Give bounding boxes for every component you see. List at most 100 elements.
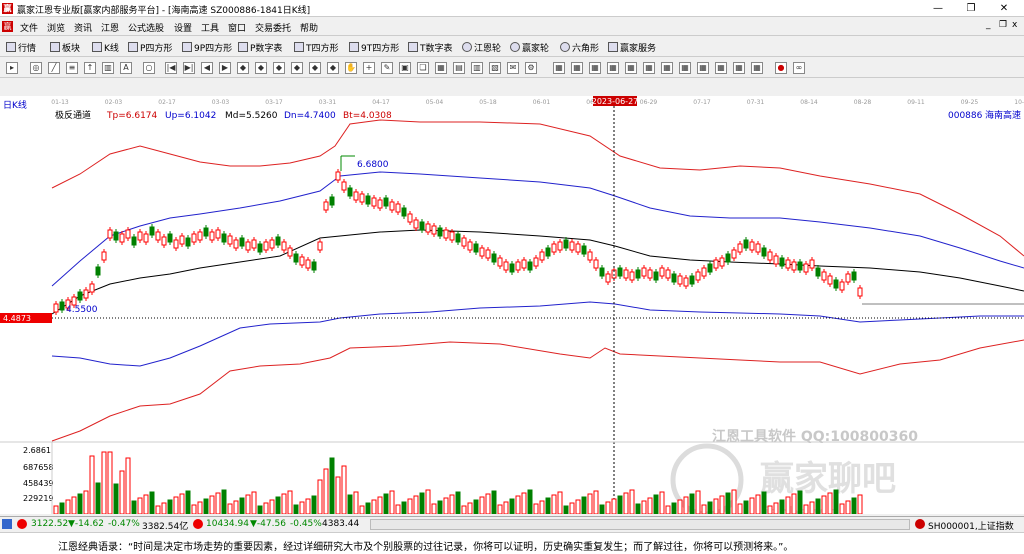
candle-body: [323, 201, 329, 211]
tb-t-square-button[interactable]: T四方形: [294, 40, 339, 54]
chart-tool-5-icon[interactable]: ▦: [625, 62, 637, 74]
tb-t-table-button[interactable]: T数字表: [408, 40, 453, 54]
chart-tool-8-icon[interactable]: ▦: [679, 62, 691, 74]
tb-quotes-button[interactable]: 行情: [6, 40, 36, 54]
candle-body: [689, 275, 695, 285]
next-icon[interactable]: ▶: [219, 62, 231, 74]
restore-button[interactable]: ❐: [955, 0, 987, 17]
chart-tool-11-icon[interactable]: ▦: [733, 62, 745, 74]
menu-settings[interactable]: 设置: [174, 21, 192, 34]
diamond-6-icon[interactable]: ◆: [327, 62, 339, 74]
tb-winner-wheel-button[interactable]: 赢家轮: [510, 40, 549, 54]
kline-chart-svg[interactable]: 01-13 02-03 02-17 03-03 03-17 03-31 04-17 05-04…: [0, 96, 1024, 522]
prev-icon[interactable]: ◀: [201, 62, 213, 74]
chart-tool-4-icon[interactable]: ▦: [607, 62, 619, 74]
tb-kline-button[interactable]: K线: [92, 40, 119, 54]
volume-bar: [371, 499, 377, 515]
calendar-icon[interactable]: ▦: [435, 62, 447, 74]
settings-icon[interactable]: ⚙: [525, 62, 537, 74]
candle-body: [521, 259, 527, 269]
menu-info[interactable]: 资讯: [74, 21, 92, 34]
volume-bar: [773, 502, 779, 515]
print-icon[interactable]: ▥: [471, 62, 483, 74]
menu-window[interactable]: 窗口: [228, 21, 246, 34]
volume-bar: [167, 499, 173, 515]
volume-bar: [287, 490, 293, 515]
last-bar-icon[interactable]: ▶|: [183, 62, 195, 74]
text-tool-icon[interactable]: A: [120, 62, 132, 74]
index-selector[interactable]: SH000001,上证指数: [928, 519, 1014, 532]
tb-gann-wheel-button[interactable]: 江恩轮: [462, 40, 501, 54]
tb-hexagon-button[interactable]: 六角形: [560, 40, 599, 54]
diamond-1-icon[interactable]: ◆: [237, 62, 249, 74]
volume-bar: [779, 499, 785, 515]
volume-bar: [323, 468, 329, 515]
mdi-restore-button[interactable]: ❐: [999, 20, 1007, 30]
ruler-tool-icon[interactable]: ≡: [66, 62, 78, 74]
menu-formula[interactable]: 公式选股: [128, 21, 164, 34]
save-icon[interactable]: ▤: [453, 62, 465, 74]
candle-body: [215, 229, 221, 239]
chart-tool-12-icon[interactable]: ▦: [751, 62, 763, 74]
menu-app-icon[interactable]: 赢: [2, 21, 13, 32]
pen-tool-icon[interactable]: ✎: [381, 62, 393, 74]
tb-p-table-button[interactable]: P数字表: [238, 40, 282, 54]
gift-icon[interactable]: ▣: [399, 62, 411, 74]
menu-trade[interactable]: 交易委托: [255, 21, 291, 34]
zoom-tool-icon[interactable]: ◎: [30, 62, 42, 74]
chart-tool-2-icon[interactable]: ▦: [571, 62, 583, 74]
volume-bar: [761, 491, 767, 515]
cursor-tool-icon[interactable]: ▸: [6, 62, 18, 74]
candle-body: [425, 223, 431, 233]
diamond-5-icon[interactable]: ◆: [309, 62, 321, 74]
date-tick-11: 06-29: [640, 99, 658, 106]
chart-tool-6-icon[interactable]: ▦: [643, 62, 655, 74]
crosshair-icon[interactable]: +: [363, 62, 375, 74]
volume-bar: [737, 503, 743, 515]
menu-browse[interactable]: 浏览: [47, 21, 65, 34]
tb-9t-square-button[interactable]: 9T四方形: [349, 40, 399, 54]
menu-file[interactable]: 文件: [20, 21, 38, 34]
diamond-3-icon[interactable]: ◆: [273, 62, 285, 74]
sz-change: ▼-47.56: [250, 519, 286, 529]
status-grid-icon[interactable]: [2, 519, 12, 529]
index-selector-icon[interactable]: [915, 519, 925, 529]
hand-tool-icon[interactable]: ✋: [345, 62, 357, 74]
menu-tools[interactable]: 工具: [201, 21, 219, 34]
volume-bar: [281, 493, 287, 515]
diamond-4-icon[interactable]: ◆: [291, 62, 303, 74]
tb-p-square-button[interactable]: P四方形: [128, 40, 172, 54]
chart-tool-1-icon[interactable]: ▦: [553, 62, 565, 74]
circle-tool-icon[interactable]: ○: [143, 62, 155, 74]
menu-gann[interactable]: 江恩: [101, 21, 119, 34]
mdi-close-button[interactable]: x: [1012, 20, 1017, 30]
candle-body: [719, 257, 725, 267]
chart-tool-7-icon[interactable]: ▦: [661, 62, 673, 74]
status-scrollbar[interactable]: [370, 519, 910, 530]
tb-9p-square-button[interactable]: 9P四方形: [182, 40, 232, 54]
tb-sector-button[interactable]: 板块: [50, 40, 80, 54]
line-tool-icon[interactable]: ╱: [48, 62, 60, 74]
bookmark-icon[interactable]: ❏: [417, 62, 429, 74]
infinity-icon[interactable]: ∞: [793, 62, 805, 74]
minimize-button[interactable]: —: [922, 0, 954, 17]
tb-winner-service-button[interactable]: 赢家服务: [608, 40, 656, 54]
kline-chart-panel[interactable]: 01-13 02-03 02-17 03-03 03-17 03-31 04-17 05-04…: [0, 96, 1024, 522]
chart-tool-10-icon[interactable]: ▦: [715, 62, 727, 74]
mdi-minimize-button[interactable]: _: [986, 20, 991, 30]
diamond-2-icon[interactable]: ◆: [255, 62, 267, 74]
candle-body: [335, 171, 341, 181]
first-bar-icon[interactable]: |◀: [165, 62, 177, 74]
volume-bar: [659, 491, 665, 515]
mail-icon[interactable]: ✉: [507, 62, 519, 74]
arrow-tool-icon[interactable]: ↑: [84, 62, 96, 74]
color-wheel-icon[interactable]: ●: [775, 62, 787, 74]
candle-body: [377, 199, 383, 209]
candle-body: [317, 241, 323, 251]
chart-tool-3-icon[interactable]: ▦: [589, 62, 601, 74]
menu-help[interactable]: 帮助: [300, 21, 318, 34]
export-icon[interactable]: ▧: [489, 62, 501, 74]
chart-tool-9-icon[interactable]: ▦: [697, 62, 709, 74]
close-button[interactable]: ✕: [988, 0, 1020, 17]
bars-tool-icon[interactable]: ▥: [102, 62, 114, 74]
